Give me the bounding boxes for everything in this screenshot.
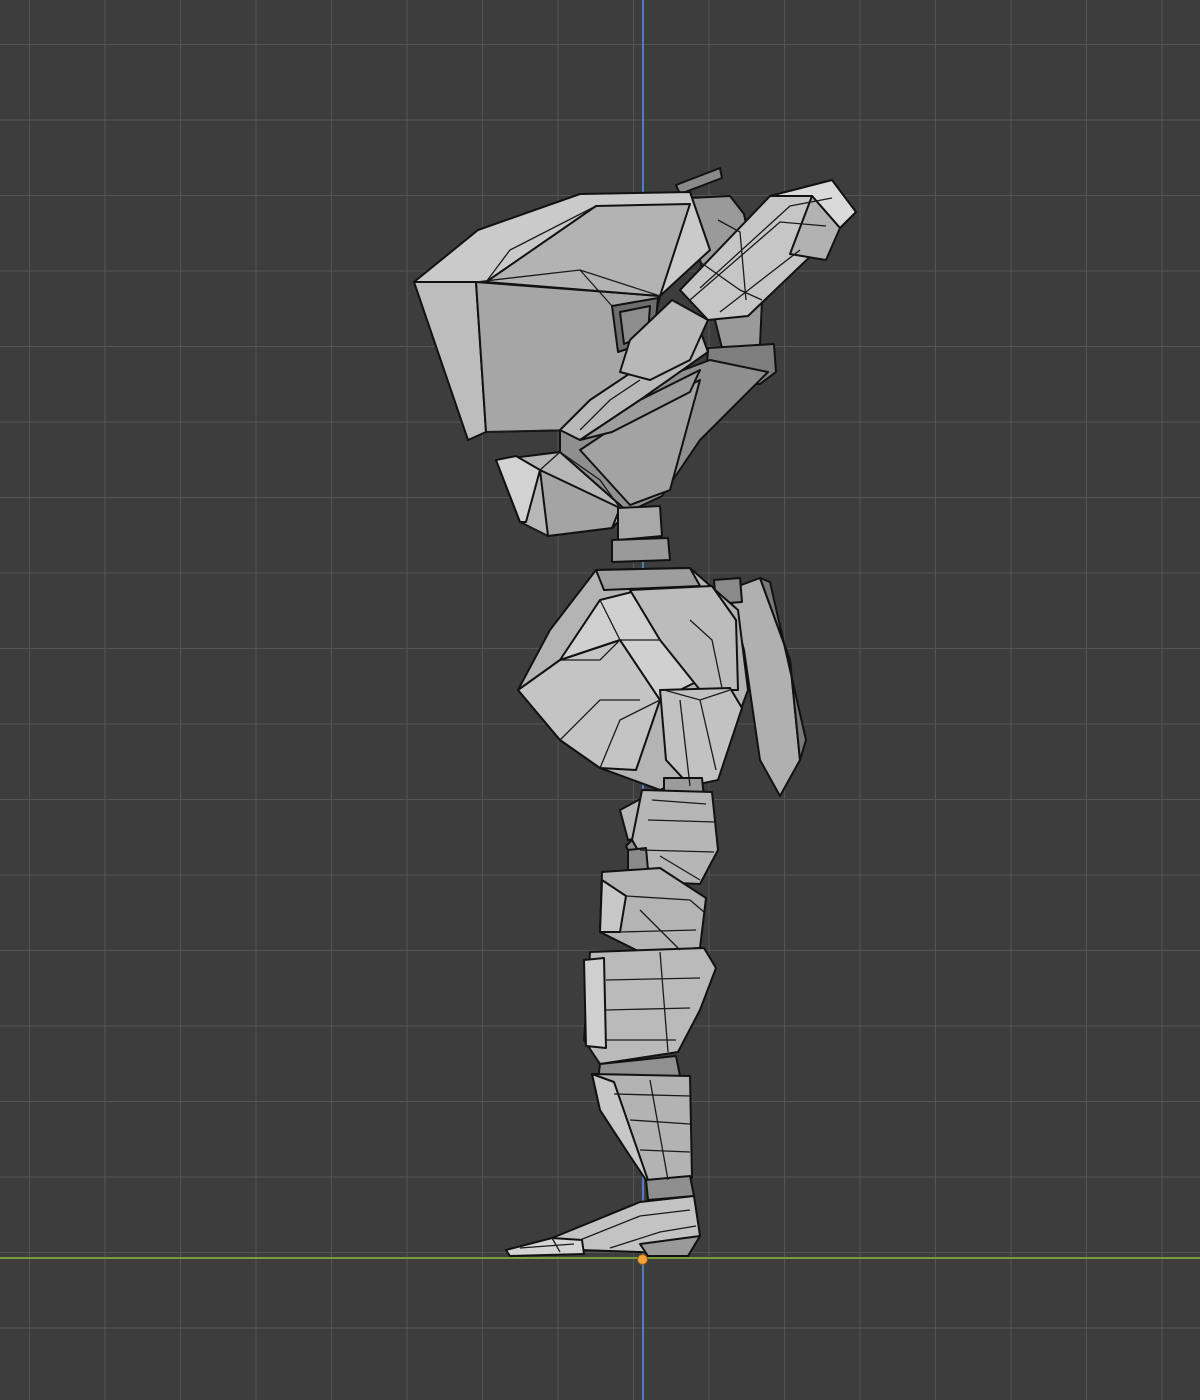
y-axis-line [0, 1257, 1200, 1259]
robot-mesh[interactable] [0, 0, 1200, 1400]
3d-viewport[interactable] [0, 0, 1200, 1400]
object-origin-point[interactable] [637, 1254, 648, 1265]
head-main-front [413, 281, 487, 441]
thigh-lower-front [583, 957, 607, 1049]
neck-lower [611, 537, 671, 563]
neck-upper [617, 505, 663, 541]
foot-toe [505, 1237, 585, 1257]
head-antenna [675, 167, 723, 195]
hip-joint [627, 847, 649, 871]
